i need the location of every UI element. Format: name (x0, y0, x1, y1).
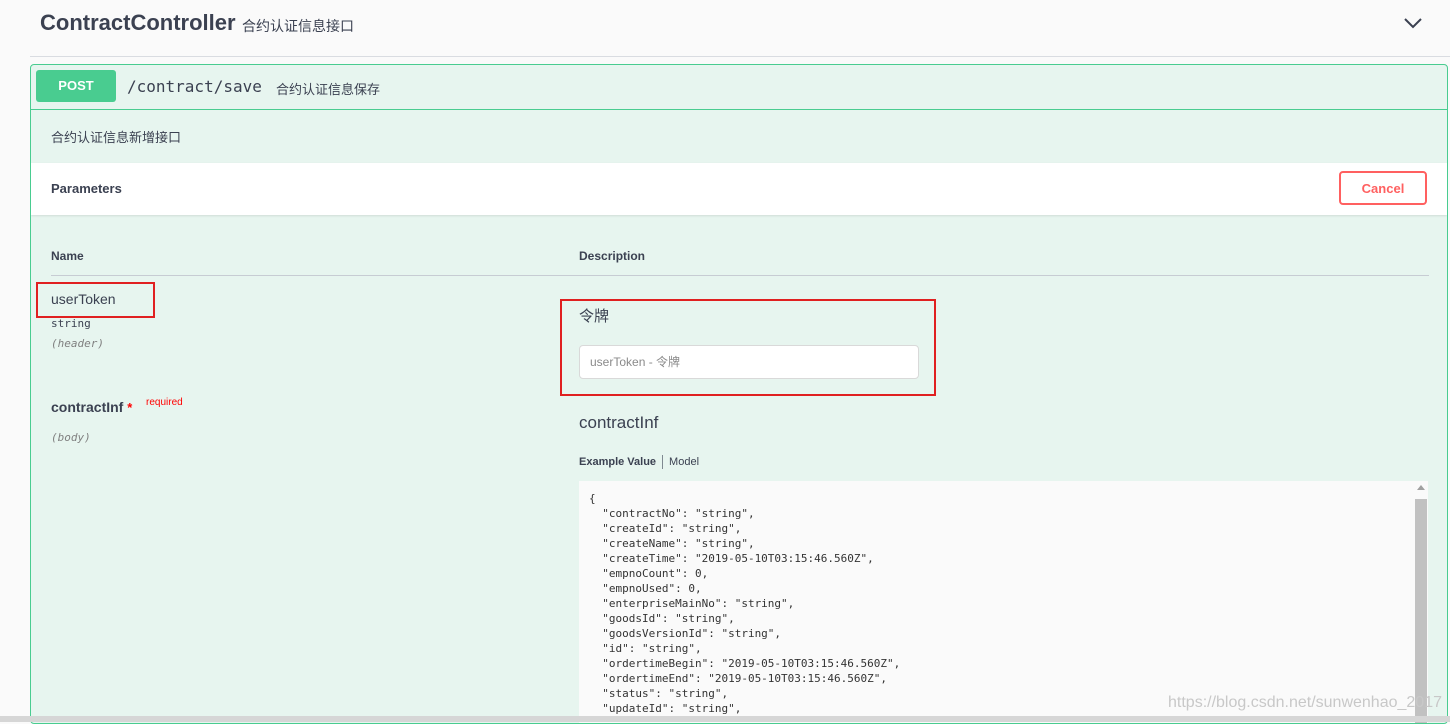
param-in-usertoken: (header) (51, 337, 104, 350)
operation-block: POST /contract/save 合约认证信息保存 合约认证信息新增接口 … (30, 64, 1448, 724)
header-divider (51, 275, 1429, 276)
operation-summary[interactable]: POST /contract/save 合约认证信息保存 (31, 65, 1447, 110)
horizontal-scrollbar[interactable] (0, 716, 1450, 722)
scroll-thumb[interactable] (1415, 499, 1427, 723)
tag-header[interactable]: ContractController 合约认证信息接口 (30, 0, 1450, 57)
param-name-contractinf: contractInf * (51, 399, 132, 415)
example-json: { "contractNo": "string", "createId": "s… (589, 492, 901, 715)
param-type-usertoken: string (51, 317, 91, 330)
required-label: required (146, 397, 183, 408)
highlight-box-usertoken-input (560, 299, 936, 396)
chevron-down-icon[interactable] (1402, 12, 1424, 34)
required-star: * (127, 400, 133, 415)
column-header-name: Name (51, 249, 84, 263)
parameters-header: Parameters Cancel (31, 163, 1447, 215)
scroll-up-arrow-icon[interactable] (1417, 485, 1425, 490)
tag-description: 合约认证信息接口 (242, 18, 354, 34)
tab-separator (662, 455, 664, 469)
highlight-box-usertoken-name (36, 282, 155, 318)
example-model-tabs: Example Value Model (579, 455, 705, 469)
param-in-contractinf: (body) (51, 431, 91, 444)
watermark: https://blog.csdn.net/sunwenhao_2017 (1168, 694, 1442, 711)
method-badge: POST (36, 70, 116, 102)
column-header-description: Description (579, 249, 646, 263)
tab-model[interactable]: Model (663, 456, 705, 468)
param-name-contractinf-text: contractInf (51, 399, 124, 415)
code-scrollbar[interactable] (1413, 483, 1429, 723)
param-description-contractinf: contractInf (579, 413, 659, 432)
example-value-code[interactable]: { "contractNo": "string", "createId": "s… (579, 481, 1428, 723)
operation-summary-text: 合约认证信息保存 (276, 82, 381, 97)
tag-title[interactable]: ContractController (40, 10, 236, 36)
parameters-title: Parameters (51, 181, 122, 196)
cancel-button[interactable]: Cancel (1339, 171, 1427, 205)
operation-description: 合约认证信息新增接口 (51, 130, 182, 145)
tab-example-value[interactable]: Example Value (579, 456, 662, 468)
operation-path: /contract/save (127, 77, 262, 96)
